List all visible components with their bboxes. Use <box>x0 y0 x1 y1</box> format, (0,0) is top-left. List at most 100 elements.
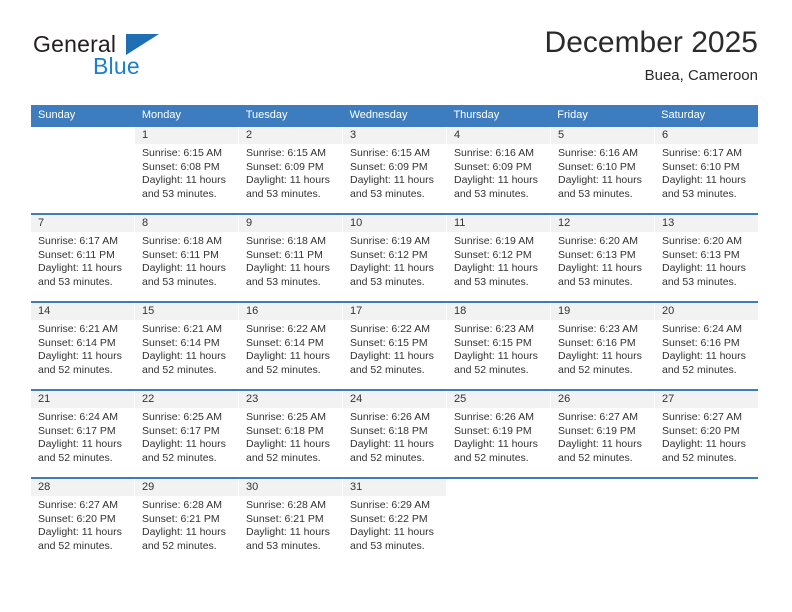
day-cell[interactable]: 6 Sunrise: 6:17 AM Sunset: 6:10 PM Dayli… <box>655 127 758 213</box>
weekday-header-tuesday: Tuesday <box>245 109 288 121</box>
day-cell[interactable]: 31 Sunrise: 6:29 AM Sunset: 6:22 PM Dayl… <box>343 479 447 565</box>
day-cell[interactable]: 1 Sunrise: 6:15 AM Sunset: 6:08 PM Dayli… <box>135 127 239 213</box>
day-number: 20 <box>655 303 758 320</box>
day-cell[interactable]: 25 Sunrise: 6:26 AM Sunset: 6:19 PM Dayl… <box>447 391 551 477</box>
sunset-text: Sunset: 6:15 PM <box>350 336 428 349</box>
day-cell[interactable]: 20 Sunrise: 6:24 AM Sunset: 6:16 PM Dayl… <box>655 303 758 389</box>
day-cell[interactable]: 17 Sunrise: 6:22 AM Sunset: 6:15 PM Dayl… <box>343 303 447 389</box>
day-details: Sunrise: 6:17 AM Sunset: 6:10 PM Dayligh… <box>655 144 758 201</box>
day-cell[interactable]: 30 Sunrise: 6:28 AM Sunset: 6:21 PM Dayl… <box>239 479 343 565</box>
day-details: Sunrise: 6:18 AM Sunset: 6:11 PM Dayligh… <box>239 232 342 289</box>
day-number: 8 <box>135 215 238 232</box>
day-cell[interactable]: 9 Sunrise: 6:18 AM Sunset: 6:11 PM Dayli… <box>239 215 343 301</box>
sunrise-text: Sunrise: 6:17 AM <box>662 147 742 159</box>
day-number: 29 <box>135 479 238 496</box>
week-row: 21 Sunrise: 6:24 AM Sunset: 6:17 PM Dayl… <box>31 389 758 477</box>
sunset-text: Sunset: 6:21 PM <box>246 512 324 525</box>
day-cell[interactable]: 15 Sunrise: 6:21 AM Sunset: 6:14 PM Dayl… <box>135 303 239 389</box>
daylight-text: Daylight: 11 hours and 52 minutes. <box>350 350 434 376</box>
sunrise-text: Sunrise: 6:19 AM <box>454 235 534 247</box>
day-details: Sunrise: 6:24 AM Sunset: 6:16 PM Dayligh… <box>655 320 758 377</box>
daylight-text: Daylight: 11 hours and 52 minutes. <box>38 350 122 376</box>
sunrise-text: Sunrise: 6:24 AM <box>38 411 118 423</box>
daylight-text: Daylight: 11 hours and 52 minutes. <box>38 438 122 464</box>
day-cell[interactable]: 3 Sunrise: 6:15 AM Sunset: 6:09 PM Dayli… <box>343 127 447 213</box>
day-cell[interactable]: 4 Sunrise: 6:16 AM Sunset: 6:09 PM Dayli… <box>447 127 551 213</box>
sunrise-text: Sunrise: 6:17 AM <box>38 235 118 247</box>
daylight-text: Daylight: 11 hours and 53 minutes. <box>662 174 746 200</box>
day-number: 9 <box>239 215 342 232</box>
day-cell <box>447 479 551 565</box>
day-number <box>551 479 654 496</box>
day-details: Sunrise: 6:17 AM Sunset: 6:11 PM Dayligh… <box>31 232 134 289</box>
sunset-text: Sunset: 6:11 PM <box>38 248 115 261</box>
day-details: Sunrise: 6:15 AM Sunset: 6:09 PM Dayligh… <box>239 144 342 201</box>
day-details: Sunrise: 6:19 AM Sunset: 6:12 PM Dayligh… <box>447 232 550 289</box>
generalblue-logo[interactable]: General Blue <box>31 26 251 86</box>
day-number: 12 <box>551 215 654 232</box>
sunset-text: Sunset: 6:14 PM <box>38 336 116 349</box>
sunrise-text: Sunrise: 6:15 AM <box>142 147 222 159</box>
day-cell[interactable]: 21 Sunrise: 6:24 AM Sunset: 6:17 PM Dayl… <box>31 391 135 477</box>
day-number: 26 <box>551 391 654 408</box>
day-number: 5 <box>551 127 654 144</box>
day-cell[interactable]: 22 Sunrise: 6:25 AM Sunset: 6:17 PM Dayl… <box>135 391 239 477</box>
sunrise-text: Sunrise: 6:28 AM <box>246 499 326 511</box>
day-cell[interactable]: 2 Sunrise: 6:15 AM Sunset: 6:09 PM Dayli… <box>239 127 343 213</box>
sunset-text: Sunset: 6:22 PM <box>350 512 428 525</box>
day-details: Sunrise: 6:25 AM Sunset: 6:17 PM Dayligh… <box>135 408 238 465</box>
sunset-text: Sunset: 6:09 PM <box>246 160 324 173</box>
daylight-text: Daylight: 11 hours and 53 minutes. <box>246 262 330 288</box>
sunset-text: Sunset: 6:14 PM <box>142 336 220 349</box>
day-number: 19 <box>551 303 654 320</box>
sunrise-text: Sunrise: 6:26 AM <box>454 411 534 423</box>
day-number: 14 <box>31 303 134 320</box>
day-number: 27 <box>655 391 758 408</box>
day-details: Sunrise: 6:29 AM Sunset: 6:22 PM Dayligh… <box>343 496 446 553</box>
daylight-text: Daylight: 11 hours and 52 minutes. <box>454 438 538 464</box>
sunset-text: Sunset: 6:09 PM <box>454 160 532 173</box>
day-number: 11 <box>447 215 550 232</box>
day-cell[interactable]: 5 Sunrise: 6:16 AM Sunset: 6:10 PM Dayli… <box>551 127 655 213</box>
day-cell[interactable]: 18 Sunrise: 6:23 AM Sunset: 6:15 PM Dayl… <box>447 303 551 389</box>
day-number: 3 <box>343 127 446 144</box>
day-cell[interactable]: 16 Sunrise: 6:22 AM Sunset: 6:14 PM Dayl… <box>239 303 343 389</box>
sunset-text: Sunset: 6:08 PM <box>142 160 220 173</box>
day-number: 28 <box>31 479 134 496</box>
day-cell[interactable]: 26 Sunrise: 6:27 AM Sunset: 6:19 PM Dayl… <box>551 391 655 477</box>
sunset-text: Sunset: 6:10 PM <box>558 160 636 173</box>
day-cell[interactable]: 8 Sunrise: 6:18 AM Sunset: 6:11 PM Dayli… <box>135 215 239 301</box>
sunset-text: Sunset: 6:20 PM <box>662 424 740 437</box>
day-number: 2 <box>239 127 342 144</box>
logo-text-blue: Blue <box>93 53 140 79</box>
day-cell[interactable]: 13 Sunrise: 6:20 AM Sunset: 6:13 PM Dayl… <box>655 215 758 301</box>
sunset-text: Sunset: 6:21 PM <box>142 512 220 525</box>
day-details: Sunrise: 6:15 AM Sunset: 6:08 PM Dayligh… <box>135 144 238 201</box>
sunset-text: Sunset: 6:12 PM <box>350 248 428 261</box>
sunset-text: Sunset: 6:16 PM <box>662 336 740 349</box>
sunset-text: Sunset: 6:17 PM <box>142 424 220 437</box>
day-cell[interactable]: 24 Sunrise: 6:26 AM Sunset: 6:18 PM Dayl… <box>343 391 447 477</box>
day-number: 4 <box>447 127 550 144</box>
sunrise-text: Sunrise: 6:25 AM <box>246 411 326 423</box>
sunrise-text: Sunrise: 6:25 AM <box>142 411 222 423</box>
day-cell[interactable]: 11 Sunrise: 6:19 AM Sunset: 6:12 PM Dayl… <box>447 215 551 301</box>
day-number: 31 <box>343 479 446 496</box>
day-cell[interactable]: 14 Sunrise: 6:21 AM Sunset: 6:14 PM Dayl… <box>31 303 135 389</box>
day-cell[interactable]: 29 Sunrise: 6:28 AM Sunset: 6:21 PM Dayl… <box>135 479 239 565</box>
sunrise-text: Sunrise: 6:19 AM <box>350 235 430 247</box>
day-cell[interactable]: 23 Sunrise: 6:25 AM Sunset: 6:18 PM Dayl… <box>239 391 343 477</box>
day-cell[interactable]: 19 Sunrise: 6:23 AM Sunset: 6:16 PM Dayl… <box>551 303 655 389</box>
day-cell[interactable]: 27 Sunrise: 6:27 AM Sunset: 6:20 PM Dayl… <box>655 391 758 477</box>
day-cell[interactable]: 7 Sunrise: 6:17 AM Sunset: 6:11 PM Dayli… <box>31 215 135 301</box>
daylight-text: Daylight: 11 hours and 52 minutes. <box>142 350 226 376</box>
day-details: Sunrise: 6:27 AM Sunset: 6:20 PM Dayligh… <box>655 408 758 465</box>
daylight-text: Daylight: 11 hours and 53 minutes. <box>38 262 122 288</box>
day-number: 30 <box>239 479 342 496</box>
day-number: 16 <box>239 303 342 320</box>
day-cell[interactable]: 10 Sunrise: 6:19 AM Sunset: 6:12 PM Dayl… <box>343 215 447 301</box>
day-cell[interactable]: 12 Sunrise: 6:20 AM Sunset: 6:13 PM Dayl… <box>551 215 655 301</box>
day-cell[interactable]: 28 Sunrise: 6:27 AM Sunset: 6:20 PM Dayl… <box>31 479 135 565</box>
sunset-text: Sunset: 6:12 PM <box>454 248 532 261</box>
day-number: 21 <box>31 391 134 408</box>
